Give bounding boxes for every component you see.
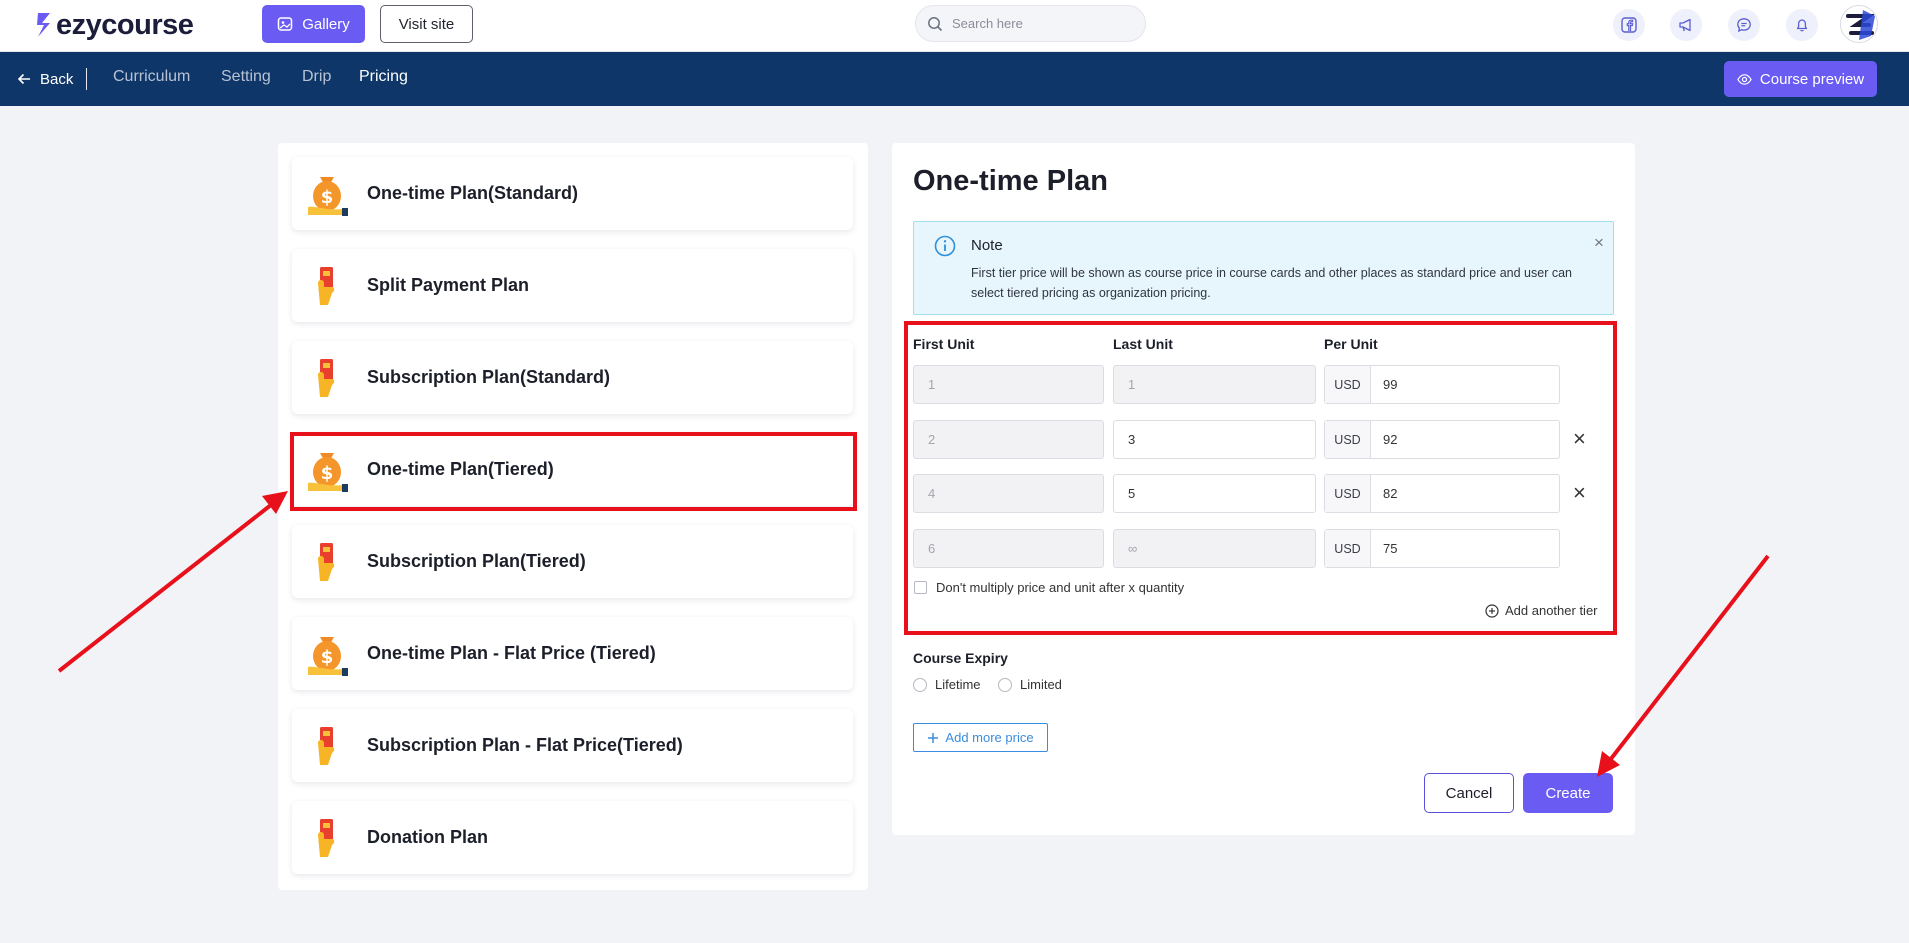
- plan-label: Subscription Plan(Tiered): [367, 551, 586, 571]
- logo[interactable]: ezycourse: [34, 8, 194, 42]
- arrow-to-selected-plan: [57, 491, 288, 673]
- search-input[interactable]: [952, 16, 1122, 31]
- svg-text:$: $: [321, 647, 334, 668]
- plan-card-subscription-standard[interactable]: Subscription Plan(Standard): [292, 341, 853, 414]
- plan-card-donation[interactable]: Donation Plan: [292, 801, 853, 874]
- expiry-lifetime-option[interactable]: Lifetime: [913, 677, 981, 692]
- card-hand-icon: [318, 819, 335, 857]
- lifetime-radio[interactable]: [913, 677, 927, 692]
- plan-label: One-time Plan - Flat Price (Tiered): [367, 643, 656, 663]
- nav-divider: [86, 68, 87, 90]
- logo-text: ezycourse: [56, 8, 194, 41]
- plan-types-panel: $ One-time Plan(Standard) Split Payment …: [278, 143, 868, 890]
- note-title: Note: [971, 237, 1003, 254]
- lifetime-label: Lifetime: [935, 677, 981, 692]
- create-button[interactable]: Create: [1523, 773, 1613, 813]
- plan-label: Split Payment Plan: [367, 275, 530, 295]
- plan-card-one-time-standard[interactable]: $ One-time Plan(Standard): [292, 157, 853, 230]
- back-button[interactable]: Back: [17, 67, 73, 91]
- card-hand-icon: [318, 359, 335, 397]
- card-hand-icon: [318, 543, 335, 581]
- megaphone-icon[interactable]: [1670, 9, 1702, 41]
- tab-drip[interactable]: Drip: [302, 68, 331, 86]
- chat-icon[interactable]: [1728, 9, 1760, 41]
- top-bar: ezycourse Gallery Visit site: [0, 0, 1909, 52]
- limited-radio[interactable]: [998, 677, 1012, 692]
- plan-card-subscription-tiered[interactable]: Subscription Plan(Tiered): [292, 525, 853, 598]
- info-icon: [934, 235, 956, 257]
- money-bag-icon: $: [308, 177, 348, 216]
- course-expiry-title: Course Expiry: [913, 650, 1008, 666]
- avatar[interactable]: [1840, 5, 1878, 43]
- svg-text:$: $: [321, 187, 334, 208]
- arrow-left-icon: [17, 73, 30, 85]
- add-more-price-label: Add more price: [945, 730, 1034, 745]
- card-hand-icon: [318, 727, 335, 765]
- expiry-limited-option[interactable]: Limited: [998, 677, 1062, 692]
- tab-setting[interactable]: Setting: [221, 68, 271, 86]
- course-preview-button[interactable]: Course preview: [1724, 61, 1877, 97]
- cancel-button[interactable]: Cancel: [1424, 773, 1514, 813]
- visit-site-button[interactable]: Visit site: [380, 5, 473, 43]
- plan-label: Subscription Plan(Standard): [367, 367, 611, 387]
- gallery-button[interactable]: Gallery: [262, 5, 365, 43]
- plan-label: Donation Plan: [367, 827, 488, 847]
- course-preview-label: Course preview: [1759, 70, 1865, 88]
- note-alert: Note First tier price will be shown as c…: [913, 221, 1614, 315]
- avatar-logo-icon: [1846, 10, 1876, 40]
- highlight-selected-plan-box: [290, 432, 857, 511]
- tab-curriculum[interactable]: Curriculum: [113, 68, 190, 86]
- search-icon: [928, 16, 943, 31]
- search-box[interactable]: [915, 5, 1146, 42]
- facebook-icon[interactable]: [1613, 9, 1645, 41]
- form-title: One-time Plan: [913, 165, 1108, 197]
- gallery-icon: [277, 17, 293, 31]
- money-bag-icon: $: [308, 637, 348, 676]
- add-more-price-button[interactable]: Add more price: [913, 723, 1048, 752]
- limited-label: Limited: [1020, 677, 1062, 692]
- logo-mark-icon: [37, 13, 50, 37]
- plan-card-subscription-flat-tiered[interactable]: Subscription Plan - Flat Price(Tiered): [292, 709, 853, 782]
- plan-label: One-time Plan(Standard): [367, 183, 579, 203]
- bell-icon[interactable]: [1786, 9, 1818, 41]
- back-label: Back: [40, 70, 74, 88]
- eye-icon: [1737, 73, 1752, 85]
- card-hand-icon: [318, 267, 335, 305]
- plus-icon: [928, 732, 939, 743]
- gallery-label: Gallery: [302, 15, 350, 33]
- plan-card-split-payment[interactable]: Split Payment Plan: [292, 249, 853, 322]
- tab-pricing[interactable]: Pricing: [359, 68, 408, 86]
- course-nav-bar: Back Curriculum Setting Drip Pricing Cou…: [0, 52, 1909, 106]
- close-icon[interactable]: ×: [1594, 234, 1604, 251]
- highlight-tiers-box: [904, 321, 1617, 635]
- plan-card-one-time-flat-tiered[interactable]: $ One-time Plan - Flat Price (Tiered): [292, 617, 853, 690]
- note-text: First tier price will be shown as course…: [971, 266, 1572, 300]
- plan-label: Subscription Plan - Flat Price(Tiered): [367, 735, 683, 755]
